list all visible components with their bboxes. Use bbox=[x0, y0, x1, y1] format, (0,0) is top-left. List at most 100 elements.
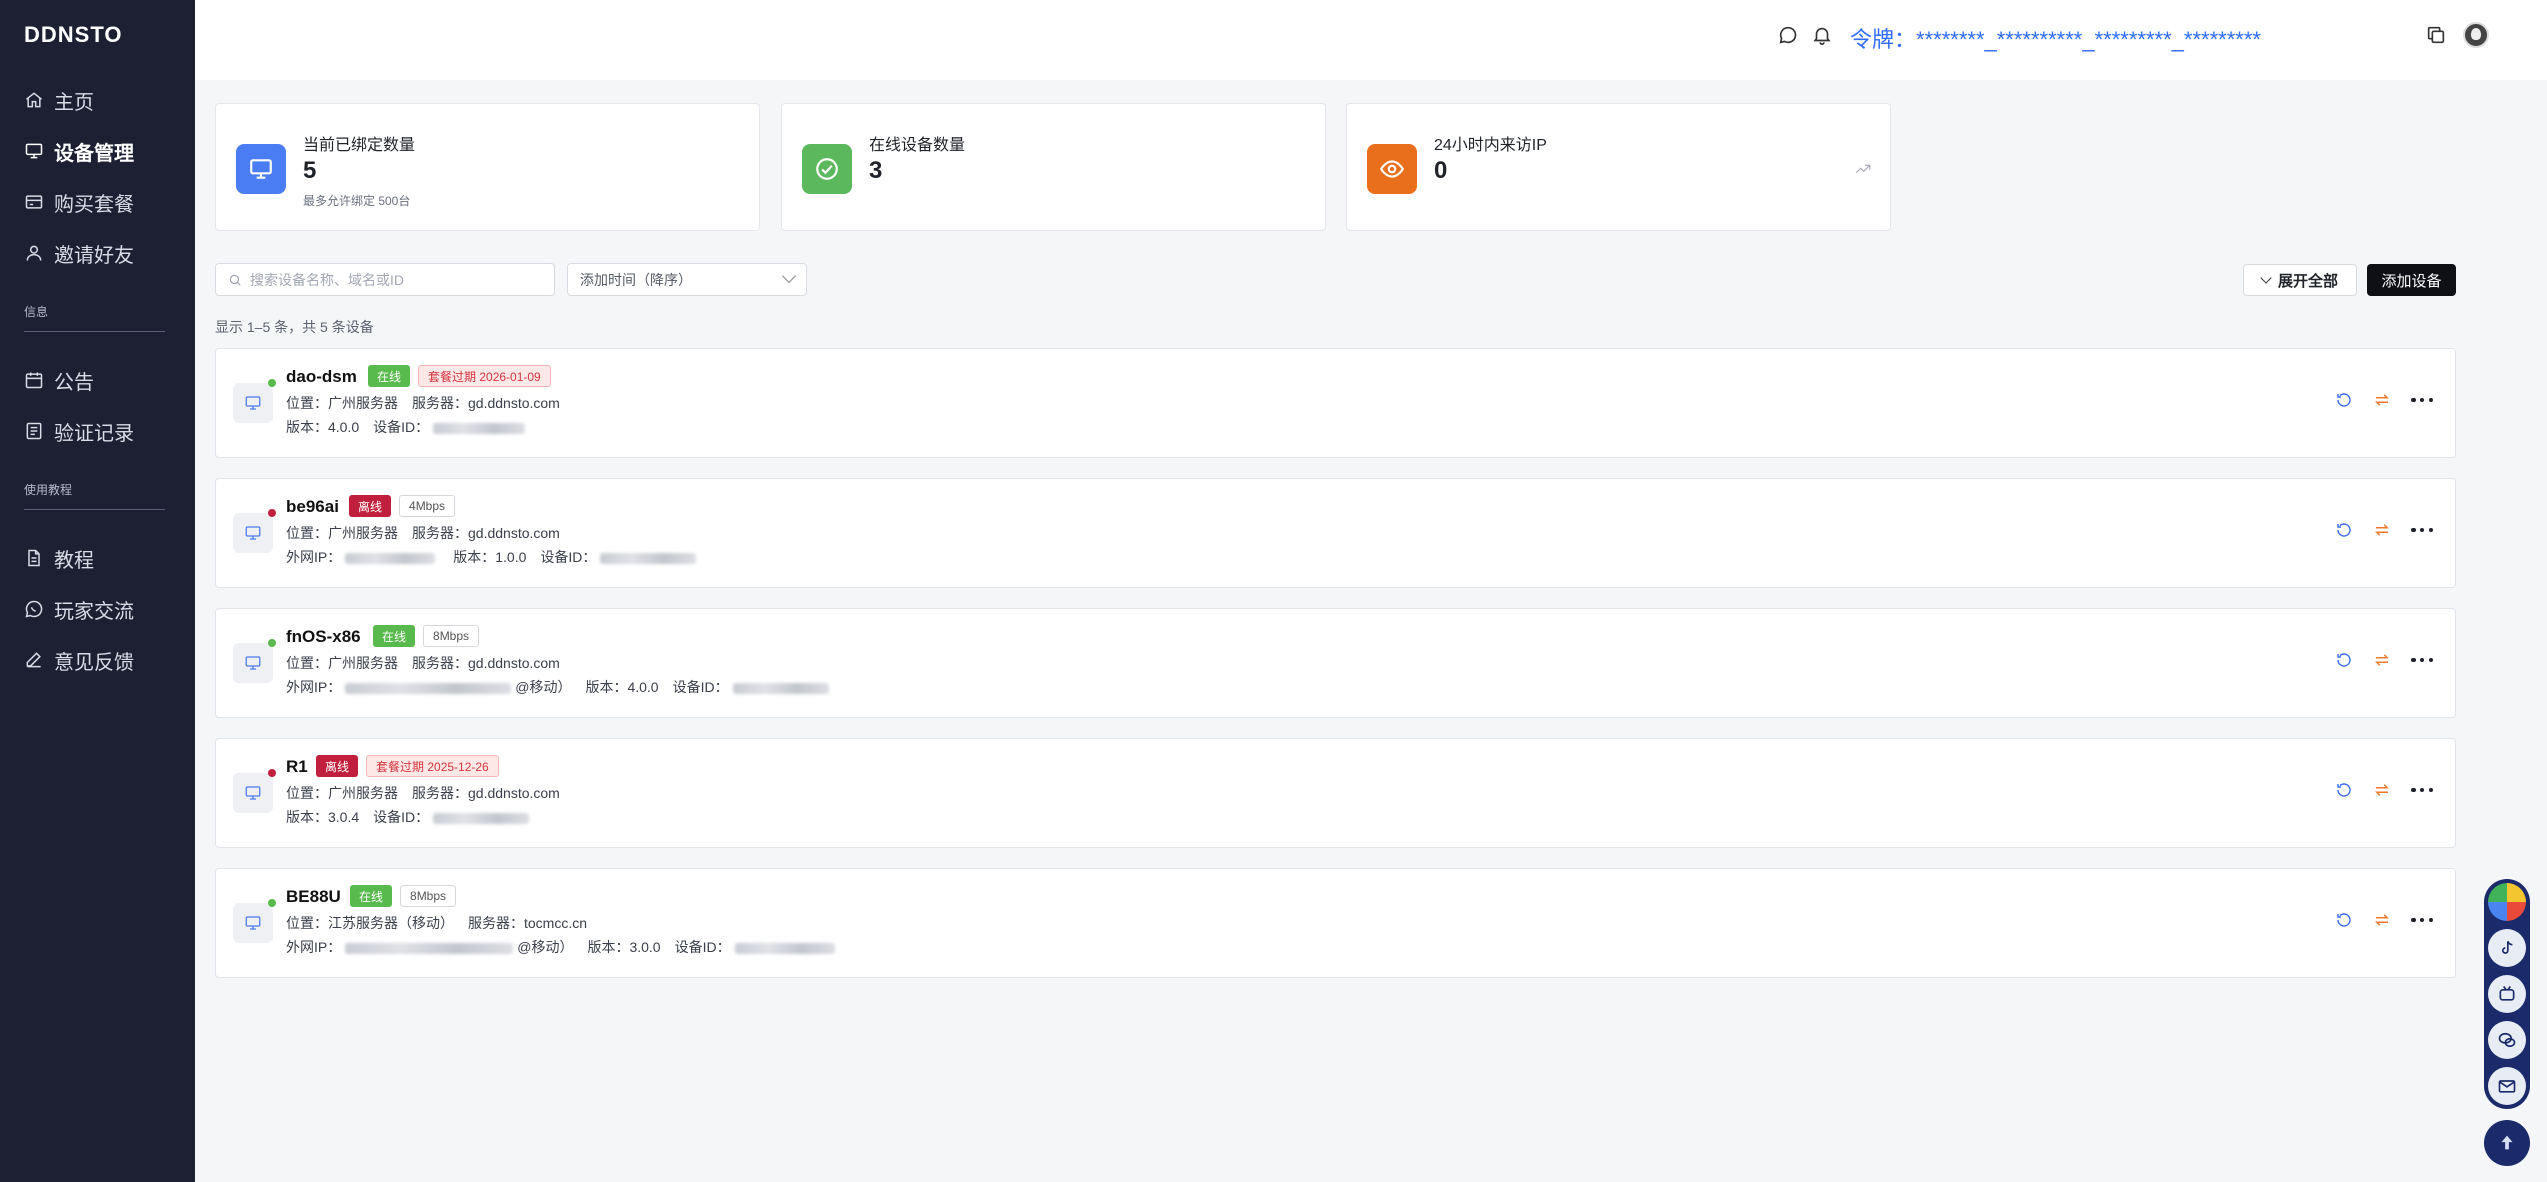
monitor-icon bbox=[233, 773, 273, 813]
device-location: 位置：江苏服务器（移动） bbox=[286, 915, 454, 931]
refresh-icon[interactable] bbox=[2335, 651, 2353, 669]
more-icon[interactable] bbox=[2411, 911, 2433, 929]
more-icon[interactable] bbox=[2411, 651, 2433, 669]
tiktok-icon[interactable] bbox=[2488, 929, 2526, 967]
status-badge: 离线 bbox=[316, 755, 359, 777]
sidebar-item-label: 意见反馈 bbox=[54, 651, 134, 674]
device-id-label: 设备ID： bbox=[672, 679, 729, 695]
device-card[interactable]: be96ai 离线 4Mbps 位置：广州服务器 服务器：gd.ddnsto.co… bbox=[215, 478, 2456, 588]
sort-select[interactable]: 添加时间（降序） bbox=[567, 263, 807, 296]
device-server: 服务器：gd.ddnsto.com bbox=[412, 785, 560, 801]
mail-icon[interactable] bbox=[2488, 1067, 2526, 1105]
app-logo-icon[interactable] bbox=[2488, 883, 2526, 921]
device-actions bbox=[2335, 651, 2433, 669]
device-info-line: 位置：广州服务器 服务器：gd.ddnsto.com bbox=[286, 783, 560, 803]
device-info-line: 外网IP： @移动） 版本：3.0.0 设备ID： bbox=[286, 937, 839, 957]
status-badge: 离线 bbox=[349, 495, 392, 517]
sidebar-item-devices[interactable]: 设备管理 bbox=[24, 134, 134, 168]
refresh-icon[interactable] bbox=[2335, 391, 2353, 409]
sidebar-item-label: 教程 bbox=[54, 549, 94, 572]
stat-card-bound: 当前已绑定数量 5 最多允许绑定 500台 bbox=[215, 103, 760, 231]
swap-icon[interactable] bbox=[2373, 911, 2391, 929]
device-isp: @移动） bbox=[515, 679, 572, 695]
wechat-icon[interactable] bbox=[2488, 1021, 2526, 1059]
more-icon[interactable] bbox=[2411, 391, 2433, 409]
monitor-icon bbox=[25, 143, 43, 159]
monitor-icon bbox=[233, 903, 273, 943]
check-circle-icon bbox=[802, 144, 852, 194]
sidebar-item-plans[interactable]: 购买套餐 bbox=[24, 185, 134, 219]
back-to-top-button[interactable] bbox=[2484, 1120, 2530, 1166]
device-version: 版本：3.0.0 bbox=[587, 939, 661, 955]
redacted-ip bbox=[345, 682, 512, 694]
search-box[interactable] bbox=[215, 263, 555, 296]
search-input[interactable] bbox=[250, 271, 540, 288]
device-actions bbox=[2335, 911, 2433, 929]
chevron-down-icon bbox=[2260, 272, 2272, 284]
expiry-badge: 套餐过期 2026-01-09 bbox=[418, 365, 551, 387]
sidebar-item-home[interactable]: 主页 bbox=[24, 83, 94, 117]
stat-card-visits: 24小时内来访IP 0 bbox=[1346, 103, 1891, 231]
sidebar-item-label: 公告 bbox=[54, 371, 94, 394]
device-card[interactable]: R1 离线 套餐过期 2025-12-26 位置：广州服务器 服务器：gd.ddn… bbox=[215, 738, 2456, 848]
badge-group: 离线 4Mbps bbox=[349, 495, 456, 517]
redacted-ip bbox=[345, 942, 514, 954]
chevron-down-icon bbox=[781, 268, 797, 284]
redacted-ip bbox=[345, 552, 436, 564]
status-badge: 在线 bbox=[368, 365, 411, 387]
calendar-icon bbox=[25, 372, 43, 389]
expand-all-button[interactable]: 展开全部 bbox=[2243, 264, 2357, 296]
device-card[interactable]: dao-dsm 在线 套餐过期 2026-01-09 位置：广州服务器 服务器：g… bbox=[215, 348, 2456, 458]
device-id-label: 设备ID： bbox=[373, 809, 430, 825]
avatar[interactable] bbox=[2463, 22, 2489, 48]
device-server: 服务器：gd.ddnsto.com bbox=[412, 525, 560, 541]
chat-icon bbox=[25, 600, 43, 618]
eye-icon bbox=[1367, 144, 1417, 194]
trend-up-icon[interactable] bbox=[1854, 160, 1872, 183]
message-icon[interactable] bbox=[1777, 24, 1799, 46]
device-card[interactable]: fnOS-x86 在线 8Mbps 位置：广州服务器 服务器：gd.ddnsto.… bbox=[215, 608, 2456, 718]
sidebar-item-tutorial[interactable]: 教程 bbox=[24, 541, 94, 575]
copy-icon[interactable] bbox=[2425, 24, 2447, 46]
user-icon bbox=[26, 245, 42, 261]
device-location: 位置：广州服务器 bbox=[286, 395, 398, 411]
device-info-line: 位置：广州服务器 服务器：gd.ddnsto.com bbox=[286, 653, 560, 673]
token-value: ********_**********_*********_********* bbox=[1916, 27, 2261, 52]
device-version: 版本：4.0.0 bbox=[286, 419, 360, 435]
monitor-icon bbox=[233, 383, 273, 423]
floating-toolbar bbox=[2484, 879, 2530, 1109]
stat-title: 24小时内来访IP bbox=[1434, 137, 1547, 154]
stat-card-online: 在线设备数量 3 bbox=[781, 103, 1326, 231]
sidebar-item-label: 主页 bbox=[54, 91, 94, 114]
swap-icon[interactable] bbox=[2373, 521, 2391, 539]
pencil-icon bbox=[26, 652, 41, 668]
redacted-device-id bbox=[732, 682, 829, 694]
sidebar-item-verification-log[interactable]: 验证记录 bbox=[24, 414, 134, 448]
device-info-line: 位置：广州服务器 服务器：gd.ddnsto.com bbox=[286, 523, 560, 543]
sidebar-item-label: 验证记录 bbox=[54, 422, 134, 445]
sidebar-item-feedback[interactable]: 意见反馈 bbox=[24, 643, 134, 677]
refresh-icon[interactable] bbox=[2335, 911, 2353, 929]
swap-icon[interactable] bbox=[2373, 651, 2391, 669]
stat-title: 在线设备数量 bbox=[869, 137, 966, 154]
badge-group: 离线 套餐过期 2025-12-26 bbox=[316, 755, 499, 777]
device-info-line: 位置：江苏服务器（移动） 服务器：tocmcc.cn bbox=[286, 913, 587, 933]
badge-group: 在线 8Mbps bbox=[373, 625, 480, 647]
more-icon[interactable] bbox=[2411, 521, 2433, 539]
swap-icon[interactable] bbox=[2373, 391, 2391, 409]
refresh-icon[interactable] bbox=[2335, 781, 2353, 799]
add-device-button[interactable]: 添加设备 bbox=[2367, 264, 2456, 296]
bell-icon[interactable] bbox=[1811, 24, 1833, 46]
device-id-label: 设备ID： bbox=[373, 419, 430, 435]
stat-value: 3 bbox=[869, 157, 883, 184]
sidebar-section-tutorial: 使用教程 bbox=[24, 483, 73, 497]
sidebar-item-invite[interactable]: 邀请好友 bbox=[24, 236, 134, 270]
sidebar-item-announcements[interactable]: 公告 bbox=[24, 363, 94, 397]
swap-icon[interactable] bbox=[2373, 781, 2391, 799]
device-ip-label: 外网IP： bbox=[286, 549, 342, 565]
more-icon[interactable] bbox=[2411, 781, 2433, 799]
device-card[interactable]: BE88U 在线 8Mbps 位置：江苏服务器（移动） 服务器：tocmcc.cn… bbox=[215, 868, 2456, 978]
bilibili-icon[interactable] bbox=[2488, 975, 2526, 1013]
refresh-icon[interactable] bbox=[2335, 521, 2353, 539]
sidebar-item-community[interactable]: 玩家交流 bbox=[24, 592, 134, 626]
